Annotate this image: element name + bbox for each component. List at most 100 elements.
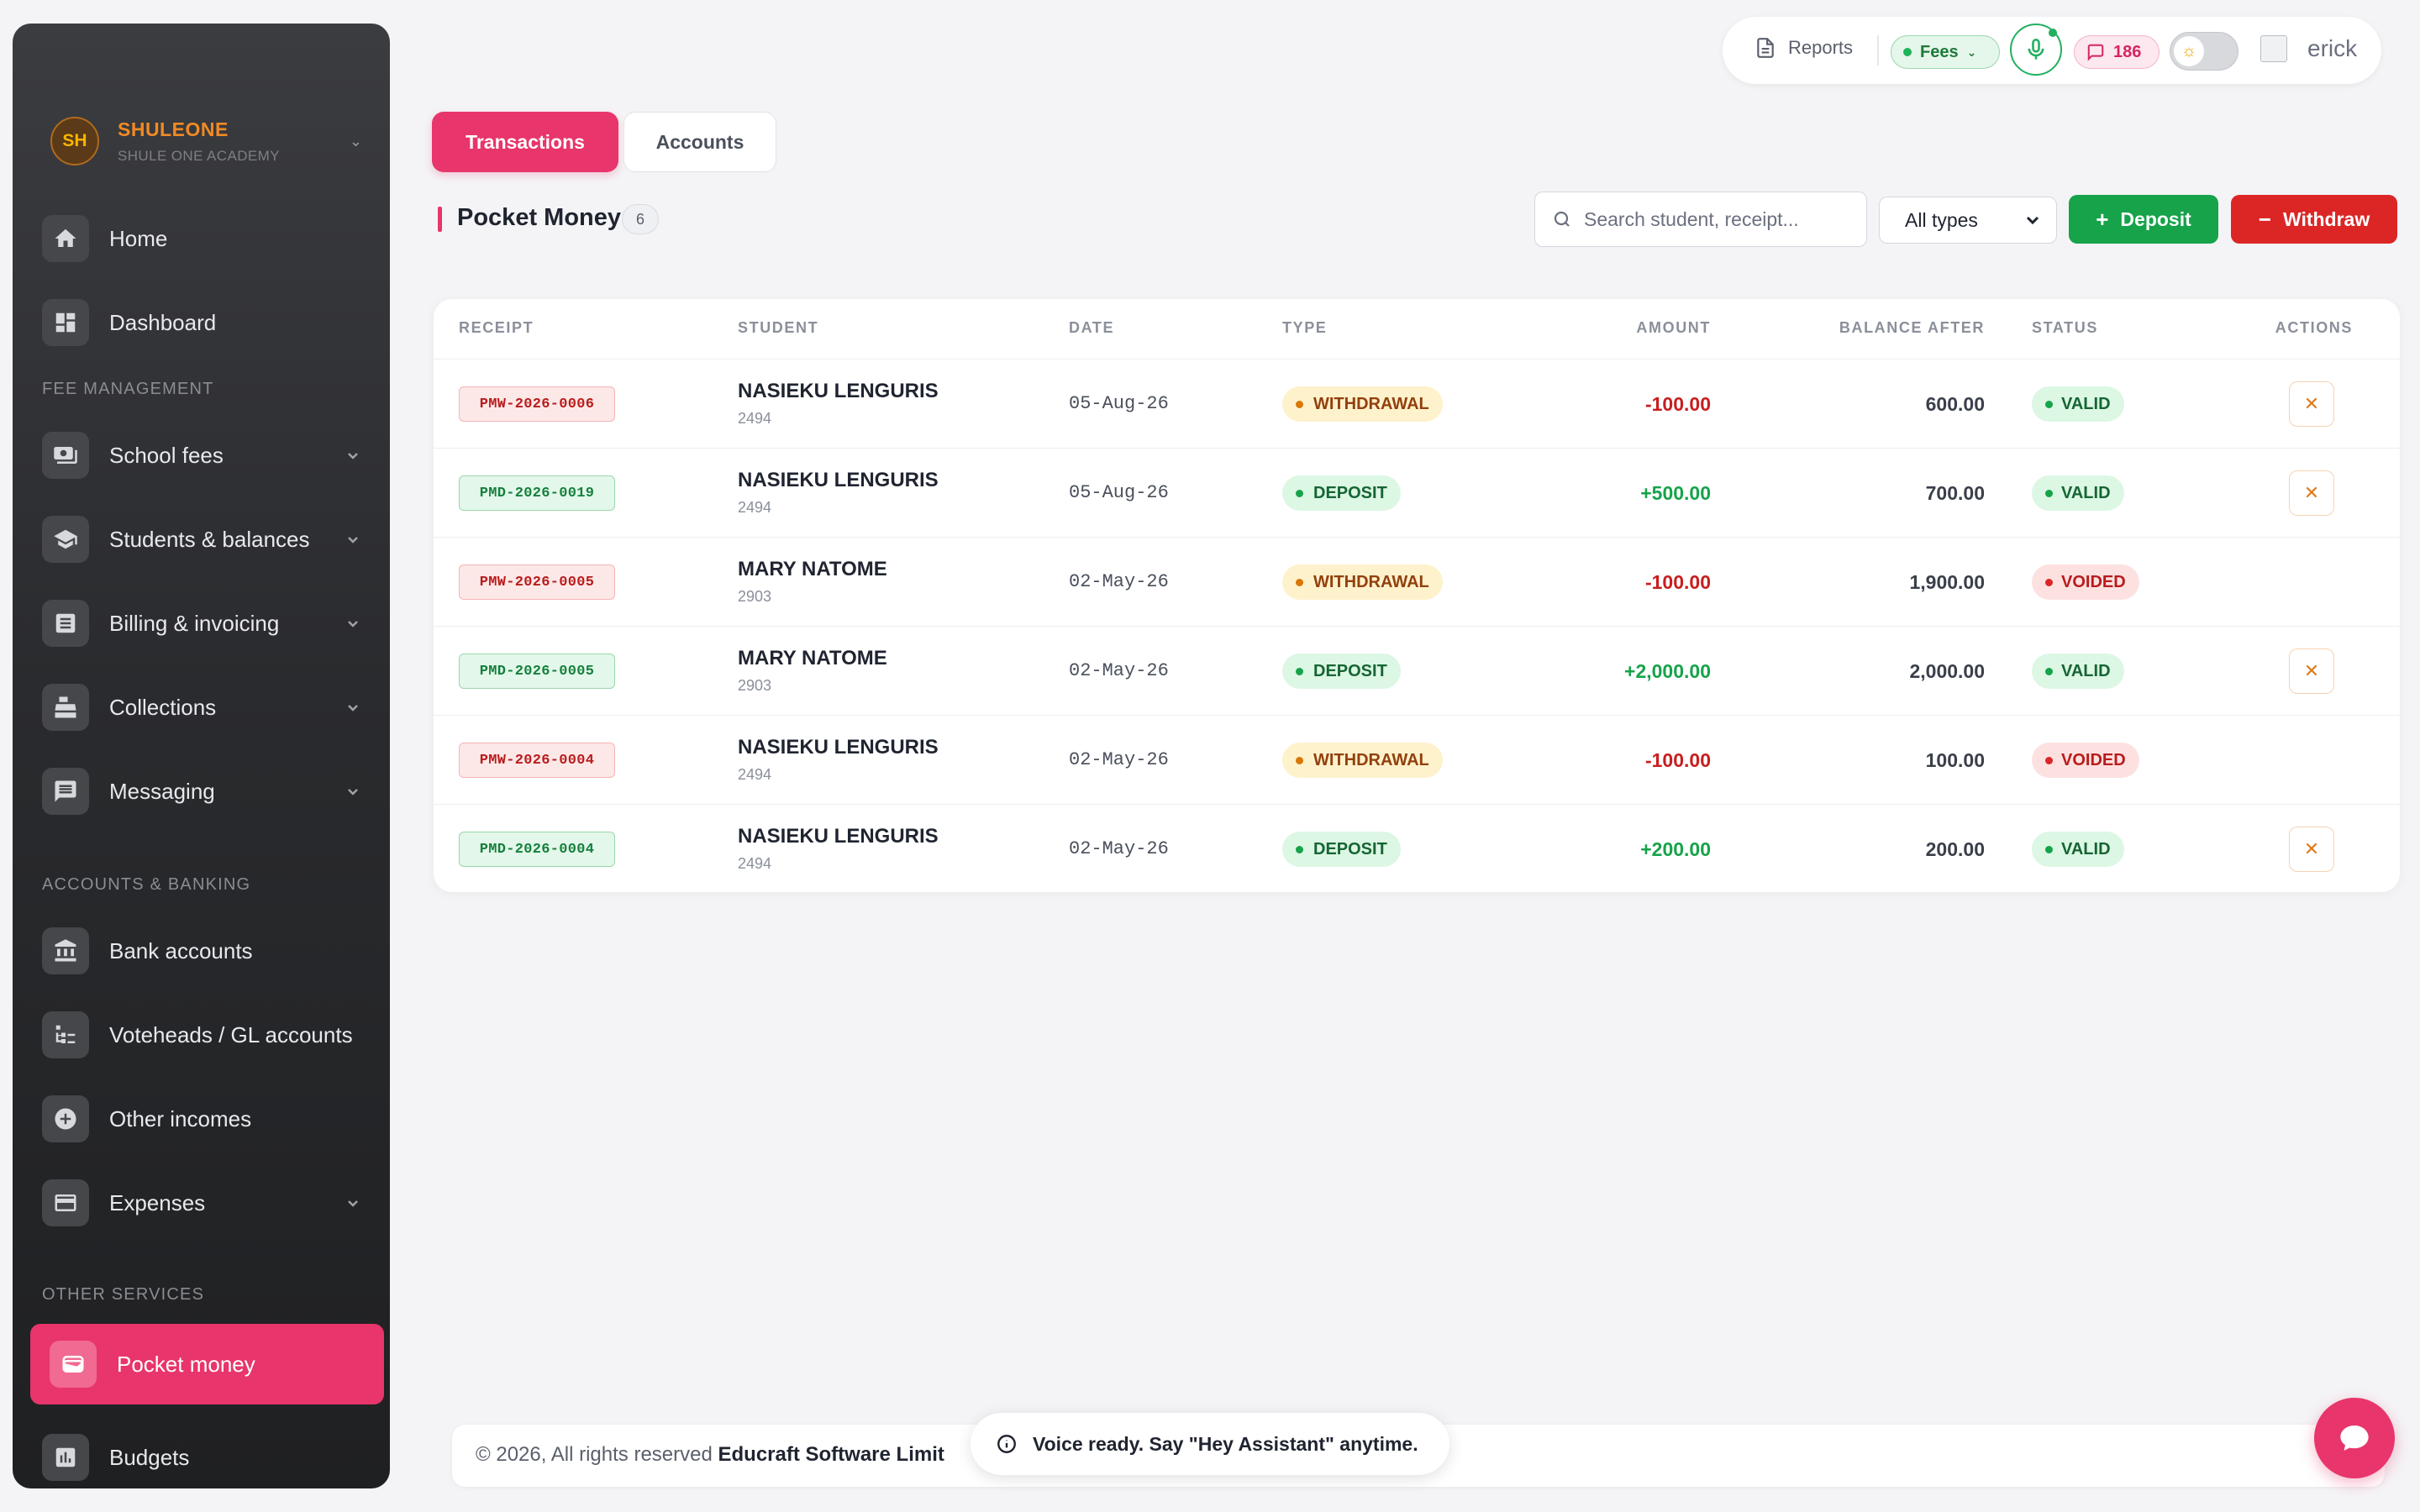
sidebar-item-budgets[interactable]: Budgets — [42, 1424, 378, 1488]
sidebar-item-label: Students & balances — [109, 526, 310, 552]
sidebar-item-pocket-money[interactable]: Pocket money — [30, 1324, 384, 1404]
school-subtitle: SHULE ONE ACADEMY — [118, 147, 280, 164]
status-badge: VALID — [2032, 654, 2124, 689]
sidebar-item-collections[interactable]: Collections — [42, 674, 378, 741]
deposit-label: Deposit — [2120, 207, 2191, 230]
student-id: 2903 — [738, 677, 772, 694]
type-badge: DEPOSIT — [1282, 832, 1401, 867]
receipt-badge[interactable]: PMD-2026-0019 — [459, 475, 615, 511]
date-cell: 02-May-26 — [1069, 838, 1169, 859]
school-switcher[interactable]: SH SHULEONE SHULE ONE ACADEMY ⌄ — [38, 91, 382, 192]
table-row: PMW-2026-0006 NASIEKU LENGURIS 2494 05-A… — [434, 360, 2400, 449]
section-accounts-banking: ACCOUNTS & BANKING — [42, 875, 251, 894]
type-badge: WITHDRAWAL — [1282, 743, 1443, 778]
user-menu[interactable]: erick — [2260, 35, 2357, 62]
void-button[interactable]: ✕ — [2289, 381, 2334, 427]
sidebar-item-billing[interactable]: Billing & invoicing — [42, 590, 378, 657]
chat-icon — [2340, 1425, 2369, 1451]
sidebar-item-label: Pocket money — [117, 1351, 255, 1377]
student-id: 2903 — [738, 588, 772, 605]
sidebar-item-bank-accounts[interactable]: Bank accounts — [42, 917, 378, 984]
close-icon: ✕ — [2303, 393, 2320, 414]
voice-assistant-button[interactable] — [2010, 24, 2062, 76]
receipt-badge[interactable]: PMD-2026-0004 — [459, 832, 615, 867]
chevron-down-icon — [345, 531, 361, 548]
sidebar-item-messaging[interactable]: Messaging — [42, 758, 378, 825]
amount-cell: -100.00 — [1644, 571, 1711, 593]
receipt-badge[interactable]: PMW-2026-0005 — [459, 564, 615, 600]
deposit-button[interactable]: + Deposit — [2069, 195, 2218, 244]
sidebar-item-label: Messaging — [109, 778, 215, 804]
student-name: MARY NATOME — [738, 558, 887, 580]
type-filter-select[interactable]: All types — [1879, 197, 2057, 244]
top-bar: Reports Fees ⌄ 186 ☼ erick — [1723, 17, 2381, 84]
amount-cell: +2,000.00 — [1624, 660, 1711, 682]
sidebar-item-label: Expenses — [109, 1189, 206, 1215]
column-header: TYPE — [1282, 319, 1328, 336]
amount-cell: +200.00 — [1640, 838, 1711, 860]
receipt-badge[interactable]: PMW-2026-0006 — [459, 386, 615, 422]
withdraw-button[interactable]: − Withdraw — [2231, 195, 2397, 244]
table-header: RECEIPT STUDENT DATE TYPE AMOUNT BALANCE… — [434, 299, 2400, 360]
void-button[interactable]: ✕ — [2289, 470, 2334, 516]
void-button[interactable]: ✕ — [2289, 648, 2334, 694]
student-id: 2494 — [738, 766, 772, 783]
invoice-icon — [42, 600, 89, 647]
chat-icon — [2087, 44, 2104, 61]
sidebar-item-expenses[interactable]: Expenses — [42, 1169, 378, 1236]
date-cell: 05-Aug-26 — [1069, 482, 1169, 503]
chevron-down-icon — [345, 615, 361, 632]
type-badge: WITHDRAWAL — [1282, 564, 1443, 600]
type-badge: WITHDRAWAL — [1282, 386, 1443, 422]
student-name: NASIEKU LENGURIS — [738, 825, 939, 848]
sidebar-item-students-balances[interactable]: Students & balances — [42, 506, 378, 573]
school-icon — [42, 516, 89, 563]
search-input[interactable] — [1584, 207, 1853, 231]
sidebar-item-label: School fees — [109, 442, 224, 468]
sidebar-item-school-fees[interactable]: School fees — [42, 422, 378, 489]
sidebar-item-label: Budgets — [109, 1444, 190, 1470]
sidebar-item-dashboard[interactable]: Dashboard — [42, 289, 378, 356]
amount-cell: +500.00 — [1640, 482, 1711, 504]
plus-icon: + — [2096, 206, 2109, 232]
sidebar-item-voteheads[interactable]: Voteheads / GL accounts — [42, 1001, 378, 1068]
company-link[interactable]: Educraft Software Limit — [718, 1443, 944, 1466]
live-indicator — [2049, 29, 2057, 37]
chat-button[interactable] — [2314, 1398, 2395, 1478]
school-name: SHULEONE — [118, 118, 229, 140]
column-header: ACTIONS — [2275, 319, 2353, 336]
reports-link[interactable]: Reports — [1754, 37, 1853, 59]
balance-cell: 1,900.00 — [1909, 571, 1985, 593]
void-button[interactable]: ✕ — [2289, 827, 2334, 872]
student-name: NASIEKU LENGURIS — [738, 380, 939, 402]
receipt-badge[interactable]: PMD-2026-0005 — [459, 654, 615, 689]
date-cell: 02-May-26 — [1069, 571, 1169, 592]
dashboard-icon — [42, 299, 89, 346]
table-row: PMD-2026-0019 NASIEKU LENGURIS 2494 05-A… — [434, 449, 2400, 538]
receipt-badge[interactable]: PMW-2026-0004 — [459, 743, 615, 778]
theme-toggle[interactable]: ☼ — [2170, 32, 2238, 71]
withdraw-label: Withdraw — [2282, 207, 2370, 230]
status-badge: VOIDED — [2032, 743, 2139, 778]
microphone-icon — [2028, 39, 2044, 60]
money-icon — [42, 432, 89, 479]
column-header: RECEIPT — [459, 319, 534, 336]
table-row: PMW-2026-0005 MARY NATOME 2903 02-May-26… — [434, 538, 2400, 627]
column-header: STUDENT — [738, 319, 819, 336]
messages-button[interactable]: 186 — [2074, 35, 2160, 69]
type-filter-value: All types — [1905, 208, 1978, 231]
page-title: Pocket Money — [457, 204, 621, 231]
tab-accounts[interactable]: Accounts — [623, 112, 776, 172]
module-label: Fees — [1920, 42, 1959, 61]
close-icon: ✕ — [2303, 482, 2320, 503]
balance-cell: 100.00 — [1925, 749, 1985, 771]
table-row: PMW-2026-0004 NASIEKU LENGURIS 2494 02-M… — [434, 716, 2400, 805]
copyright-text: © 2026, All rights reserved Educraft Sof… — [476, 1443, 944, 1466]
sidebar-item-other-incomes[interactable]: Other incomes — [42, 1085, 378, 1152]
module-switcher[interactable]: Fees ⌄ — [1891, 35, 2000, 69]
tab-transactions[interactable]: Transactions — [432, 112, 618, 172]
sidebar-item-home[interactable]: Home — [42, 205, 378, 272]
message-icon — [42, 768, 89, 815]
search-box[interactable] — [1534, 192, 1867, 247]
status-badge: VALID — [2032, 475, 2124, 511]
